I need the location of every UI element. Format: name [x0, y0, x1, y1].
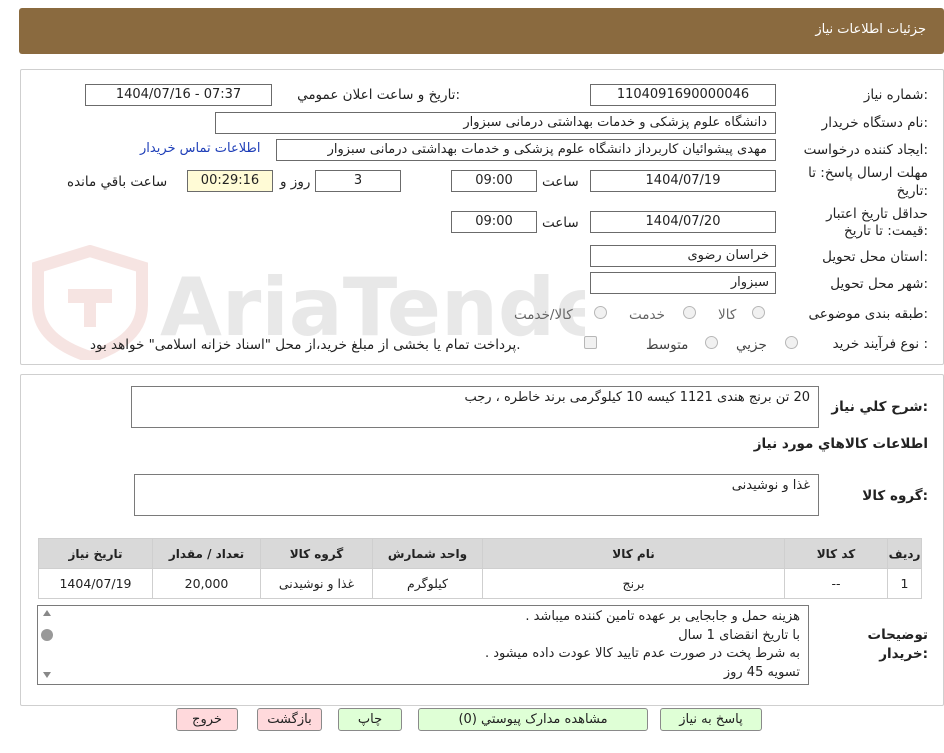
col-need-date: تاريخ نياز [38, 538, 153, 569]
cell-goods-code: -- [784, 568, 888, 599]
validity-label-line1: حداقل تاریخ اعتبار [826, 206, 928, 222]
reply-button[interactable]: پاسخ به نياز [660, 708, 762, 731]
treasury-payment-checkbox[interactable] [584, 336, 597, 349]
need-number-label: شماره نیاز: [863, 87, 928, 103]
category-service-radio[interactable] [683, 306, 696, 319]
goods-group-text: غذا و نوشیدنی [731, 478, 810, 493]
deadline-date-field: 1404/07/19 [590, 170, 776, 192]
notes-line: به شرط پخت در صورت عدم تایید کالا عودت د… [484, 646, 800, 661]
process-minor-label: جزیي [736, 337, 767, 353]
goods-group-label: گروه کالا: [862, 488, 928, 504]
goods-info-title: اطلاعات کالاهاي مورد نياز [753, 436, 928, 452]
buyer-field: دانشگاه علوم پزشکی و خدمات بهداشتی درمان… [215, 112, 776, 134]
col-quantity: تعداد / مقدار [152, 538, 261, 569]
notes-label-line1: توضیحات [867, 627, 928, 643]
cell-row-number: 1 [887, 568, 922, 599]
category-goods-service-label: کالا/خدمت [514, 307, 573, 323]
requester-label: ایجاد کننده درخواست: [803, 142, 928, 158]
back-button[interactable]: بازگشت [257, 708, 322, 731]
cell-unit: کیلوگرم [372, 568, 483, 599]
cell-quantity: 20,000 [152, 568, 261, 599]
exit-button[interactable]: خروج [176, 708, 238, 731]
goods-group-textarea: غذا و نوشیدنی [134, 474, 819, 516]
need-number-field: 1104091690000046 [590, 84, 776, 106]
cell-goods-name: برنج [482, 568, 785, 599]
scroll-down-icon[interactable] [43, 672, 51, 678]
summary-label: شرح کلي نياز: [831, 399, 928, 415]
col-goods-group: گروه کالا [260, 538, 373, 569]
validity-date-field: 1404/07/20 [590, 211, 776, 233]
buyer-notes-textarea: هزینه حمل و جابجایی بر عهده تامین کننده … [37, 605, 809, 685]
category-goods-radio[interactable] [752, 306, 765, 319]
col-goods-code: کد کالا [784, 538, 888, 569]
buyer-contact-link[interactable]: اطلاعات تماس خریدار [140, 141, 260, 156]
process-medium-label: متوسط [646, 337, 689, 353]
category-goods-label: کالا [718, 307, 737, 323]
goods-table: رديف کد کالا نام کالا واحد شمارش گروه کا… [38, 538, 922, 599]
table-header-row: رديف کد کالا نام کالا واحد شمارش گروه کا… [38, 538, 922, 569]
validity-time-label: ساعت [542, 215, 579, 231]
days-label: روز و [280, 174, 311, 190]
cell-goods-group: غذا و نوشیدنی [260, 568, 373, 599]
treasury-payment-note: پرداخت تمام یا بخشی از مبلغ خرید،از محل … [90, 337, 521, 353]
page-title: جزئیات اطلاعات نیاز [815, 22, 926, 37]
summary-textarea: 20 تن برنج هندی 1121 کیسه 10 کیلوگرمی بر… [131, 386, 819, 428]
print-button[interactable]: چاپ [338, 708, 402, 731]
province-label: استان محل تحویل: [822, 249, 928, 265]
scroll-thumb[interactable] [41, 629, 53, 641]
col-goods-name: نام کالا [482, 538, 785, 569]
deadline-label-line2: تاریخ: [896, 183, 928, 199]
category-service-label: خدمت [629, 307, 665, 323]
announce-datetime-field: 1404/07/16 - 07:37 [85, 84, 272, 106]
process-medium-radio[interactable] [705, 336, 718, 349]
cell-need-date: 1404/07/19 [38, 568, 153, 599]
page-header: جزئیات اطلاعات نیاز [19, 8, 944, 54]
remaining-days-field: 3 [315, 170, 401, 192]
notes-scrollbar[interactable] [40, 608, 54, 682]
requester-field: مهدی پیشوائیان کاربرداز دانشگاه علوم پزش… [276, 139, 776, 161]
city-field: سبزوار [590, 272, 776, 294]
notes-line: تسویه 45 روز [723, 664, 800, 680]
notes-line: هزینه حمل و جابجایی بر عهده تامین کننده … [525, 609, 800, 624]
category-goods-service-radio[interactable] [594, 306, 607, 319]
validity-label-line2: قیمت: تا تاریخ: [843, 223, 928, 239]
deadline-time-label: ساعت [542, 174, 579, 190]
col-unit: واحد شمارش [372, 538, 483, 569]
announce-label: تاریخ و ساعت اعلان عمومي: [297, 87, 460, 103]
view-attachments-button[interactable]: مشاهده مدارک پیوستي (0) [418, 708, 648, 731]
city-label: شهر محل تحویل: [830, 276, 928, 292]
remaining-time-field: 00:29:16 [187, 170, 273, 192]
deadline-label-line1: مهلت ارسال پاسخ: تا [808, 165, 928, 181]
buyer-label: نام دستگاه خریدار: [821, 115, 928, 131]
process-minor-radio[interactable] [785, 336, 798, 349]
scroll-up-icon[interactable] [43, 610, 51, 616]
validity-time-field: 09:00 [451, 211, 537, 233]
process-label: نوع فرآیند خرید : [832, 336, 928, 352]
summary-text: 20 تن برنج هندی 1121 کیسه 10 کیلوگرمی بر… [464, 390, 810, 405]
notes-label-line2: خریدار: [879, 646, 928, 662]
category-label: طبقه بندی موضوعی: [808, 306, 928, 322]
table-row: 1 -- برنج کیلوگرم غذا و نوشیدنی 20,000 1… [38, 568, 922, 599]
deadline-time-field: 09:00 [451, 170, 537, 192]
col-row-number: رديف [887, 538, 922, 569]
remaining-label: ساعت باقي مانده [67, 174, 168, 190]
province-field: خراسان رضوی [590, 245, 776, 267]
notes-line: با تاریخ انقضای 1 سال [678, 627, 800, 643]
